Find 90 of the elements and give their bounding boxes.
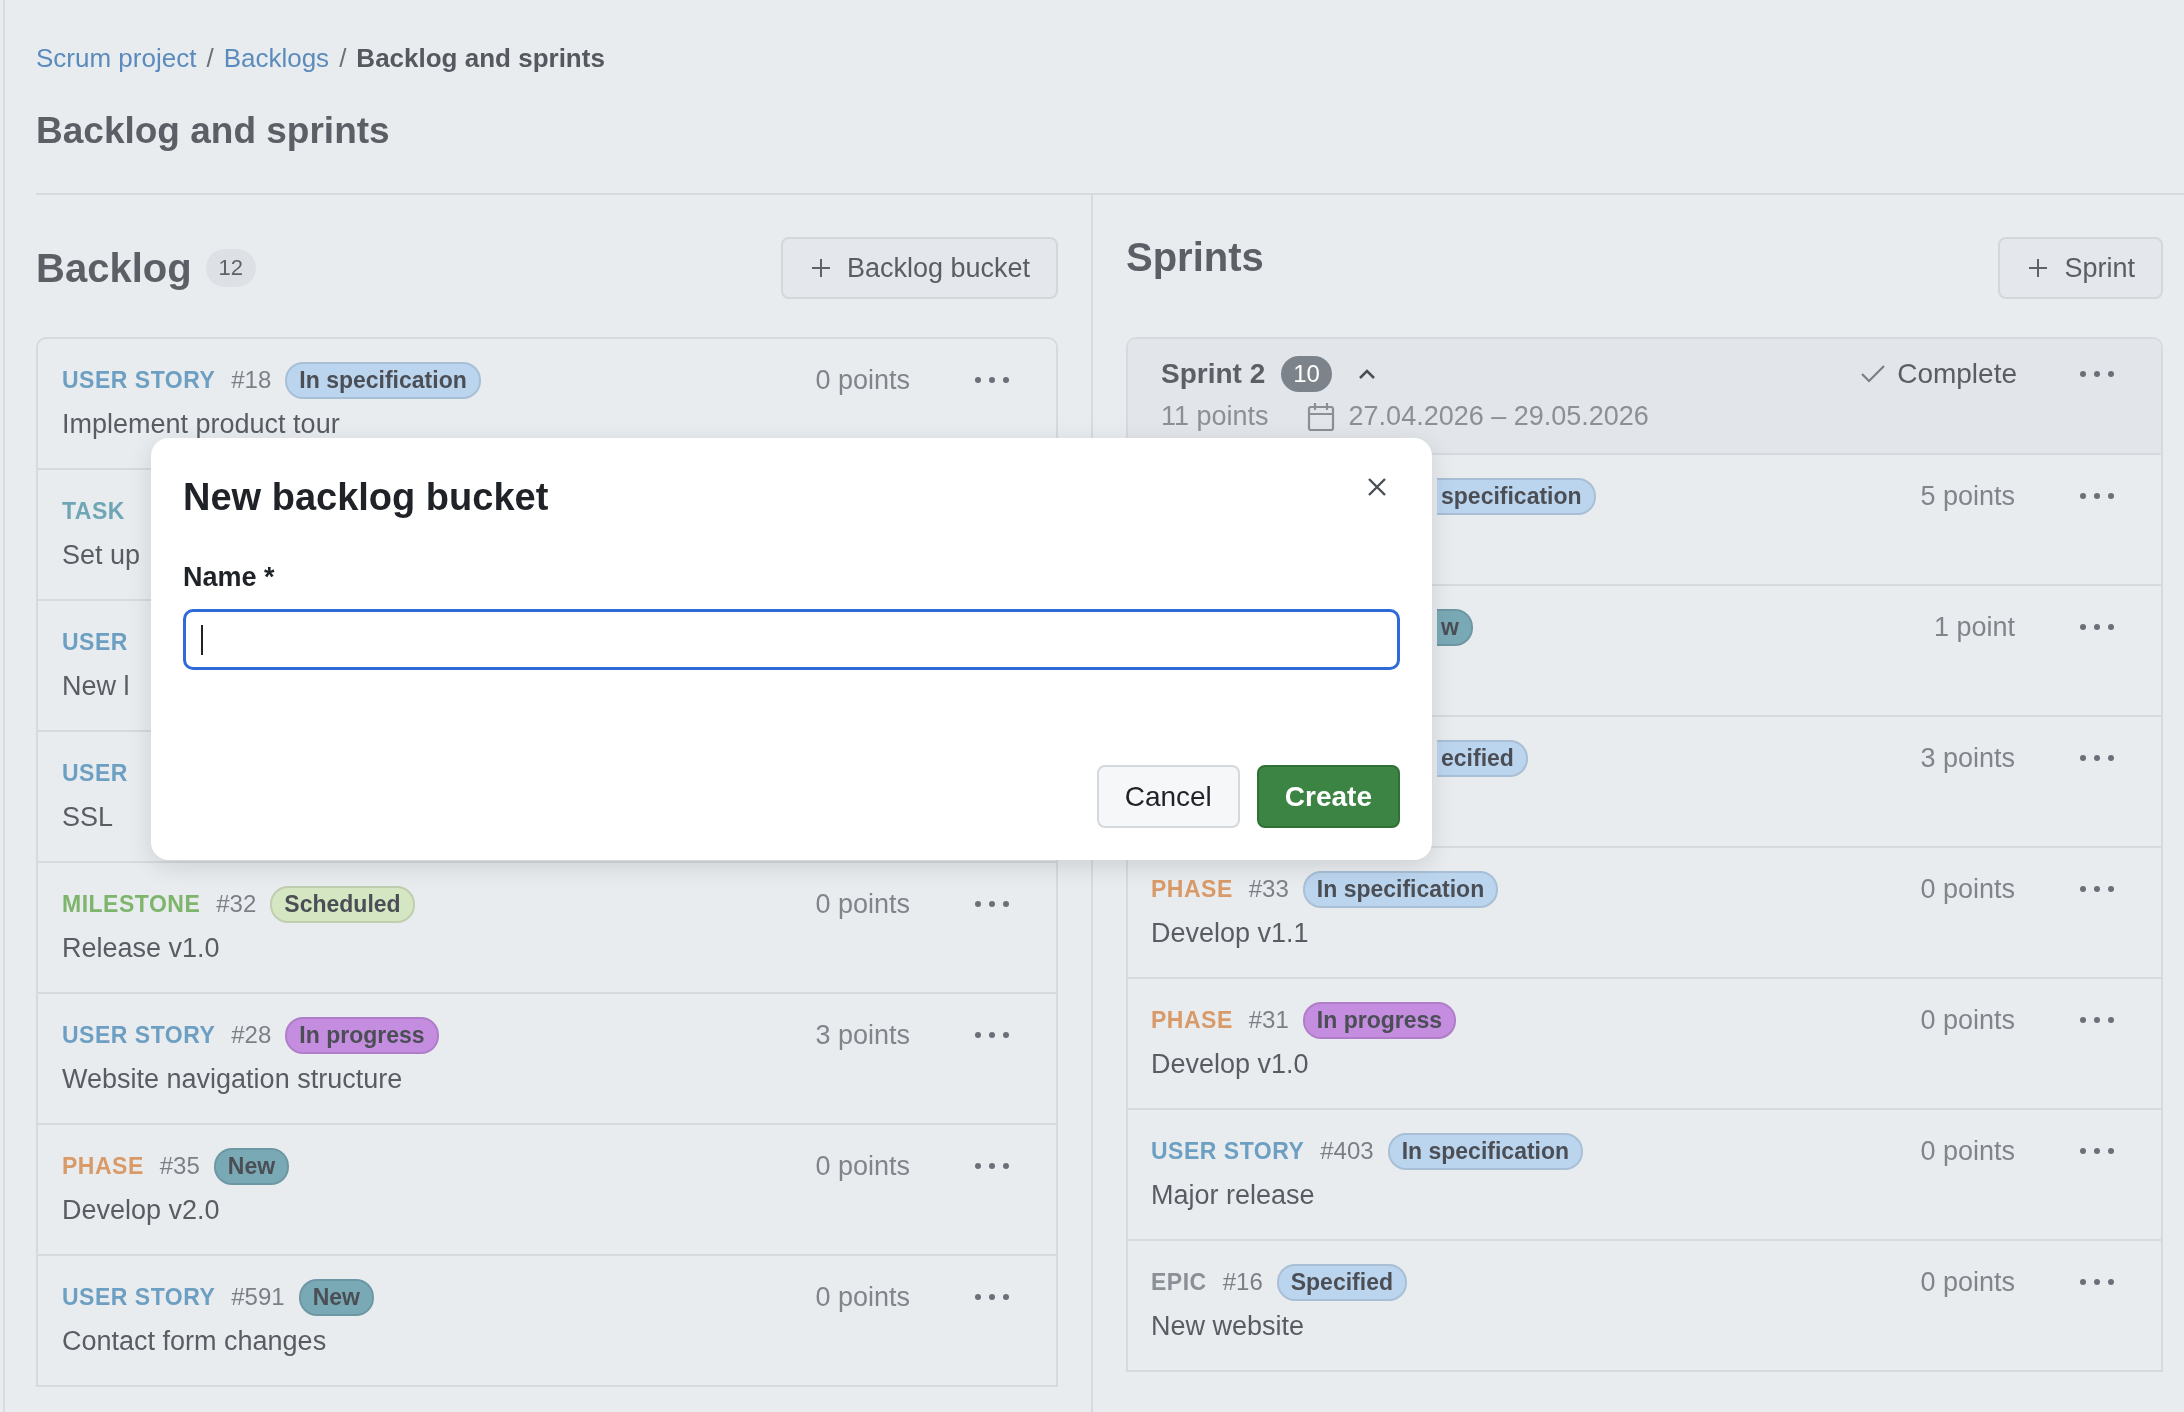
item-number: #28 — [231, 1021, 272, 1049]
item-title[interactable]: Develop v2.0 — [62, 1195, 1010, 1226]
section-heading: Backlog — [36, 245, 192, 291]
item-title[interactable]: New website — [1151, 1311, 2115, 1342]
item-type: USER STORY — [62, 1283, 216, 1311]
add-backlog-bucket-button[interactable]: Backlog bucket — [780, 237, 1058, 299]
breadcrumb-link[interactable]: Backlogs — [223, 38, 330, 78]
item-type: EPIC — [1151, 1268, 1207, 1296]
item-number: #33 — [1248, 875, 1289, 903]
item-points: 3 points — [815, 1019, 910, 1051]
item-points: 1 point — [1933, 611, 2015, 643]
item-type: PHASE — [1151, 1006, 1233, 1034]
breadcrumb-separator: / — [339, 42, 347, 75]
item-type: USER STORY — [62, 366, 216, 394]
input-field[interactable] — [183, 609, 1400, 670]
item-number: #32 — [216, 890, 257, 918]
item-number: #591 — [231, 1283, 285, 1311]
status-badge: In specification — [285, 361, 481, 399]
more-icon[interactable] — [2079, 1277, 2115, 1287]
item-points: 0 points — [815, 1150, 910, 1182]
more-icon[interactable] — [2079, 1015, 2115, 1025]
add-sprint-button[interactable]: Sprint — [1998, 237, 2163, 299]
status-badge: New — [213, 1147, 290, 1185]
item-type: USER — [62, 628, 128, 656]
status-badge: Specified — [1276, 1263, 1407, 1301]
breadcrumb-separator: / — [206, 42, 214, 75]
more-icon[interactable] — [2079, 1146, 2115, 1156]
page-title: Backlog and sprints — [36, 104, 2184, 195]
more-icon[interactable] — [974, 1161, 1010, 1171]
status-badge: Scheduled — [270, 885, 415, 923]
item-type: USER STORY — [62, 1021, 216, 1049]
complete-button[interactable]: Complete — [1859, 358, 2017, 390]
item-title[interactable]: Implement product tour — [62, 409, 1010, 440]
field-label: Name * — [183, 562, 276, 593]
item-number: #16 — [1222, 1268, 1263, 1296]
item-type: PHASE — [62, 1152, 144, 1180]
status-badge: In specification — [1387, 1132, 1584, 1170]
item-title[interactable]: Release v1.0 — [62, 933, 1010, 964]
more-icon[interactable] — [2079, 884, 2115, 894]
item-title[interactable]: Website navigation structure — [62, 1064, 1010, 1095]
item-points: 0 points — [815, 364, 910, 396]
dialog-title: New backlog bucket — [183, 475, 549, 519]
cancel-button[interactable]: Cancel — [1096, 765, 1240, 828]
status-badge: specification — [1437, 477, 1596, 515]
status-badge: In progress — [1302, 1001, 1457, 1039]
count-badge: 12 — [205, 249, 257, 287]
item-title[interactable]: Develop v1.1 — [1151, 918, 2115, 949]
item-points: 0 points — [1920, 1004, 2015, 1036]
calendar-icon — [1306, 401, 1335, 432]
status-badge: ecified — [1437, 739, 1528, 777]
item-number: #31 — [1248, 1006, 1289, 1034]
item-type: PHASE — [1151, 875, 1233, 903]
count-badge: 10 — [1281, 356, 1332, 392]
more-icon[interactable] — [974, 899, 1010, 909]
status-badge: New — [298, 1278, 374, 1316]
breadcrumb-current: Backlog and sprints — [356, 42, 605, 75]
item-type: USER STORY — [1151, 1137, 1305, 1165]
item-title[interactable]: Major release — [1151, 1180, 2115, 1211]
breadcrumb-link[interactable]: Scrum project — [36, 38, 197, 78]
item-points: 0 points — [815, 1281, 910, 1313]
status-badge: w — [1437, 608, 1473, 646]
item-points: 3 points — [1920, 742, 2015, 774]
more-icon[interactable] — [2079, 491, 2115, 501]
sprint-name: Sprint 2 — [1161, 358, 1266, 390]
status-badge: In progress — [285, 1016, 439, 1054]
item-points: 0 points — [1920, 873, 2015, 905]
more-icon[interactable] — [974, 1292, 1010, 1302]
item-number: #403 — [1320, 1137, 1374, 1165]
more-icon[interactable] — [974, 375, 1010, 385]
item-points: 5 points — [1920, 480, 2015, 512]
item-number: #18 — [231, 366, 272, 394]
create-button[interactable]: Create — [1256, 765, 1400, 828]
item-points: 0 points — [815, 888, 910, 920]
status-badge: In specification — [1302, 870, 1499, 908]
sprint-points: 11 points — [1161, 401, 1269, 432]
item-title[interactable]: Contact form changes — [62, 1326, 1010, 1357]
more-icon[interactable] — [2079, 753, 2115, 763]
more-icon[interactable] — [2079, 622, 2115, 632]
item-points: 0 points — [1920, 1135, 2015, 1167]
close-icon[interactable] — [1366, 476, 1388, 498]
sprint-dates: 27.04.2026 – 29.05.2026 — [1348, 401, 1649, 432]
section-heading: Sprints — [1126, 234, 1264, 280]
item-title[interactable]: Develop v1.0 — [1151, 1049, 2115, 1080]
more-icon[interactable] — [974, 1030, 1010, 1040]
item-points: 0 points — [1920, 1266, 2015, 1298]
more-icon[interactable] — [2079, 369, 2115, 379]
item-type: USER — [62, 759, 128, 787]
item-number: #35 — [159, 1152, 200, 1180]
item-type: MILESTONE — [62, 890, 201, 918]
item-type: TASK — [62, 497, 125, 525]
